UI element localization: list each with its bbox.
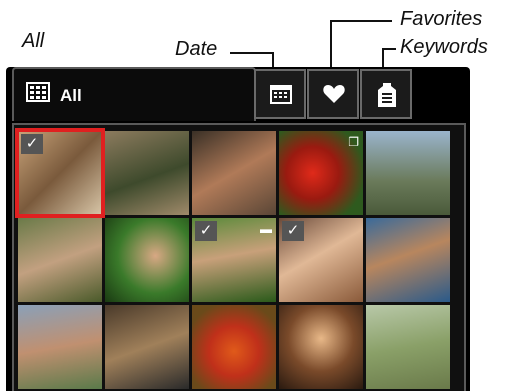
photo-image <box>192 131 276 215</box>
photo-thumbnail[interactable] <box>192 131 276 215</box>
photo-image <box>192 305 276 389</box>
callout-all: All <box>22 30 45 52</box>
tag-icon <box>378 83 396 107</box>
callout-date: Date <box>175 38 218 60</box>
photo-image <box>105 305 189 389</box>
photo-thumbnail[interactable]: ✓ <box>279 218 363 302</box>
tab-favorites[interactable] <box>307 69 359 119</box>
camera-screen: All ✓ ❐ ✓ ▬ ✓ <box>6 67 470 391</box>
photo-thumbnail[interactable] <box>279 305 363 389</box>
photo-thumbnail[interactable] <box>366 131 450 215</box>
callout-keywords: Keywords <box>400 36 488 58</box>
tab-all[interactable]: All <box>12 67 256 121</box>
photo-thumbnail[interactable] <box>366 218 450 302</box>
checkmark-icon: ✓ <box>21 134 43 154</box>
tab-all-label: All <box>60 86 82 105</box>
photo-thumbnail[interactable] <box>18 218 102 302</box>
photo-thumbnail[interactable] <box>18 305 102 389</box>
thumbnail-panel: ✓ ❐ ✓ ▬ ✓ <box>12 123 466 391</box>
photo-thumbnail[interactable]: ✓ ▬ <box>192 218 276 302</box>
photo-image <box>18 305 102 389</box>
photo-thumbnail[interactable] <box>105 305 189 389</box>
photo-image <box>366 131 450 215</box>
grid-icon <box>26 82 50 102</box>
callout-favorites-line <box>330 20 392 22</box>
photo-thumbnail[interactable] <box>105 131 189 215</box>
callout-favorites-line-down <box>330 20 332 70</box>
calendar-icon <box>270 85 292 104</box>
photo-thumbnail[interactable] <box>192 305 276 389</box>
photo-image <box>279 305 363 389</box>
photo-image <box>366 305 450 389</box>
photo-thumbnail[interactable]: ✓ <box>15 128 105 218</box>
callout-favorites: Favorites <box>400 8 483 30</box>
folder-icon: ▬ <box>260 222 272 236</box>
multiple-images-icon: ❐ <box>348 135 359 149</box>
photo-image <box>366 218 450 302</box>
checkmark-icon: ✓ <box>282 221 304 241</box>
photo-image <box>105 218 189 302</box>
checkmark-icon: ✓ <box>195 221 217 241</box>
tab-date[interactable] <box>254 69 306 119</box>
callout-keywords-line <box>382 48 396 50</box>
photo-thumbnail[interactable] <box>105 218 189 302</box>
callout-date-line <box>230 52 274 54</box>
heart-icon <box>323 85 345 103</box>
photo-image <box>18 218 102 302</box>
photo-image <box>105 131 189 215</box>
photo-thumbnail[interactable]: ❐ <box>279 131 363 215</box>
tab-keywords[interactable] <box>360 69 412 119</box>
photo-thumbnail[interactable] <box>366 305 450 389</box>
